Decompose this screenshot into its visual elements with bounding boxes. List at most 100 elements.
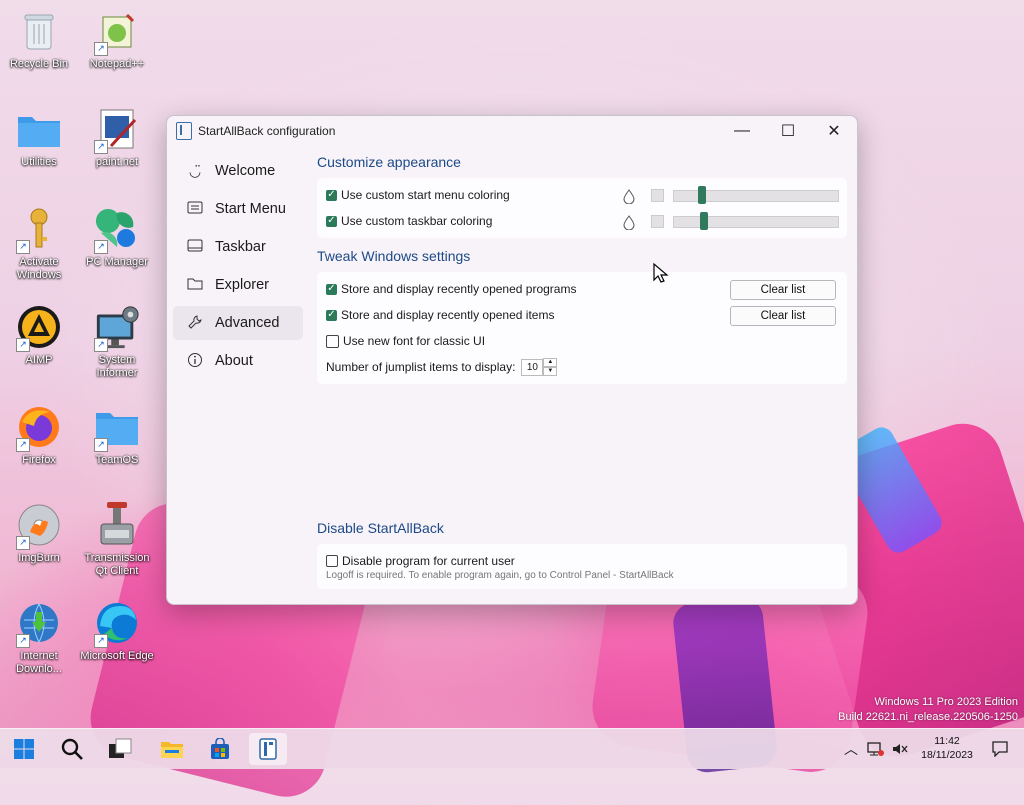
desktop-icon-activate-windows[interactable]: ↗ Activate Windows [1, 206, 77, 282]
cursor-icon [653, 262, 669, 283]
taskbar-coloring-checkbox[interactable]: ✓ [326, 215, 337, 227]
droplet-icon[interactable] [623, 215, 635, 233]
network-icon[interactable] [866, 729, 884, 769]
notification-icon [992, 741, 1008, 757]
wrench-icon [185, 314, 205, 333]
system-informer-icon: ↗ [94, 304, 140, 352]
classic-font-row: Use new font for classic UI [317, 328, 847, 354]
firefox-icon: ↗ [16, 404, 62, 452]
slider-thumb[interactable] [698, 186, 706, 204]
recycle-bin-icon [16, 8, 62, 54]
start-menu-transparency-slider[interactable] [673, 186, 839, 204]
desktop-icon-system-informer[interactable]: ↗ System Informer [79, 304, 155, 380]
paintnet-icon: ↗ [94, 106, 140, 154]
sidebar-item-advanced[interactable]: Advanced [173, 306, 303, 340]
desktop-icon-paintnet[interactable]: ↗ paint.net [79, 106, 155, 169]
desktop-icon-internet-download[interactable]: ↗ Internet Downlo... [1, 600, 77, 676]
recent-items-row: ✓ Store and display recently opened item… [317, 302, 847, 328]
taskbar: ︿ 11:42 18/11/2023 [0, 728, 1024, 769]
notepad-plus-icon: ↗ [94, 8, 140, 56]
imgburn-icon: ↗ [16, 502, 62, 550]
task-view-button[interactable] [101, 733, 139, 765]
show-hidden-icons-button[interactable]: ︿ [844, 729, 858, 769]
color-swatch[interactable] [651, 215, 664, 228]
section-heading-appearance: Customize appearance [317, 154, 461, 170]
desktop-icon-edge[interactable]: ↗ Microsoft Edge [79, 600, 155, 663]
desktop-icon-pc-manager[interactable]: ↗ PC Manager [79, 206, 155, 269]
notifications-button[interactable] [992, 729, 1008, 769]
disable-card: Disable program for current user Logoff … [317, 544, 847, 589]
maximize-button[interactable]: ☐ [765, 116, 811, 146]
start-menu-icon [185, 201, 205, 217]
search-button[interactable] [53, 733, 91, 765]
desktop-icon-utilities[interactable]: Utilities [1, 106, 77, 169]
desktop-icon-transmission[interactable]: Transmission Qt Client [79, 502, 155, 578]
appearance-card: ✓ Use custom start menu coloring ✓ Use c… [317, 178, 847, 238]
minimize-button[interactable]: — [719, 116, 765, 146]
recent-programs-row: ✓ Store and display recently opened prog… [317, 276, 847, 302]
info-icon [185, 352, 205, 371]
pc-manager-icon: ↗ [94, 206, 140, 254]
start-menu-coloring-checkbox[interactable]: ✓ [326, 189, 337, 201]
windows-watermark: Windows 11 Pro 2023 Edition Build 22621.… [838, 696, 1018, 723]
sidebar-item-taskbar[interactable]: Taskbar [173, 230, 303, 264]
key-icon: ↗ [16, 206, 62, 254]
folder-icon [185, 277, 205, 293]
recent-items-checkbox[interactable]: ✓ [326, 309, 337, 321]
section-heading-tweak: Tweak Windows settings [317, 248, 471, 264]
chevron-up-icon: ︿ [844, 741, 858, 757]
aimp-icon: ↗ [16, 304, 62, 352]
file-explorer-button[interactable] [153, 733, 191, 765]
desktop-icon-imgburn[interactable]: ↗ ImgBurn [1, 502, 77, 565]
taskbar-icon [185, 239, 205, 255]
desktop-icon-recycle-bin[interactable]: Recycle Bin [1, 8, 77, 71]
sidebar-item-welcome[interactable]: ◡̈ Welcome [173, 154, 303, 188]
window-title: StartAllBack configuration [198, 124, 336, 138]
startallback-taskbar-button[interactable] [249, 733, 287, 765]
internet-download-icon: ↗ [16, 600, 62, 648]
disable-checkbox[interactable] [326, 555, 338, 567]
store-button[interactable] [201, 733, 239, 765]
sidebar-item-about[interactable]: About [173, 344, 303, 378]
close-button[interactable]: ✕ [811, 116, 857, 146]
tweak-card: ✓ Store and display recently opened prog… [317, 272, 847, 384]
recent-programs-checkbox[interactable]: ✓ [326, 283, 337, 295]
chevron-down-icon[interactable]: ▼ [543, 367, 558, 376]
sidebar-item-explorer[interactable]: Explorer [173, 268, 303, 302]
edge-icon: ↗ [94, 600, 140, 648]
sidebar-item-start-menu[interactable]: Start Menu [173, 192, 303, 226]
droplet-icon[interactable] [623, 189, 635, 207]
startallback-icon [176, 122, 192, 140]
search-icon [61, 738, 83, 760]
desktop-icon-firefox[interactable]: ↗ Firefox [1, 404, 77, 467]
color-swatch[interactable] [651, 189, 664, 202]
windows-logo-icon [14, 739, 34, 759]
file-explorer-icon [161, 742, 183, 758]
jumplist-value[interactable]: 10 [521, 358, 544, 376]
taskbar-transparency-slider[interactable] [673, 212, 839, 230]
title-bar[interactable]: StartAllBack configuration — ☐ ✕ [167, 116, 857, 146]
classic-font-checkbox[interactable] [326, 334, 339, 348]
desktop-icon-notepad-plus[interactable]: ↗ Notepad++ [79, 8, 155, 71]
slider-thumb[interactable] [700, 212, 708, 230]
store-icon [211, 738, 229, 759]
maximize-icon: ☐ [780, 123, 796, 140]
desktop-icon-aimp[interactable]: ↗ AIMP [1, 304, 77, 367]
jumplist-row: Number of jumplist items to display: 10 … [317, 354, 847, 380]
sidebar: ◡̈ Welcome Start Menu Taskbar Explorer A… [173, 154, 303, 382]
chevron-up-icon[interactable]: ▲ [543, 358, 558, 367]
settings-content: Customize appearance ✓ Use custom start … [317, 152, 847, 589]
minimize-icon: — [734, 122, 750, 139]
jumplist-stepper[interactable]: 10 ▲ ▼ [521, 358, 558, 376]
section-heading-disable: Disable StartAllBack [317, 520, 444, 536]
clear-programs-button[interactable]: Clear list [730, 280, 836, 300]
task-view-icon [109, 738, 132, 758]
desktop-icon-teamos[interactable]: ↗ TeamOS [79, 404, 155, 467]
clear-items-button[interactable]: Clear list [730, 306, 836, 326]
start-button[interactable] [5, 733, 43, 765]
system-clock[interactable]: 11:42 18/11/2023 [912, 734, 982, 762]
volume-muted-icon[interactable] [892, 729, 908, 769]
folder-icon: ↗ [94, 404, 140, 452]
smile-icon: ◡̈ [188, 162, 202, 179]
transmission-icon [94, 502, 140, 548]
